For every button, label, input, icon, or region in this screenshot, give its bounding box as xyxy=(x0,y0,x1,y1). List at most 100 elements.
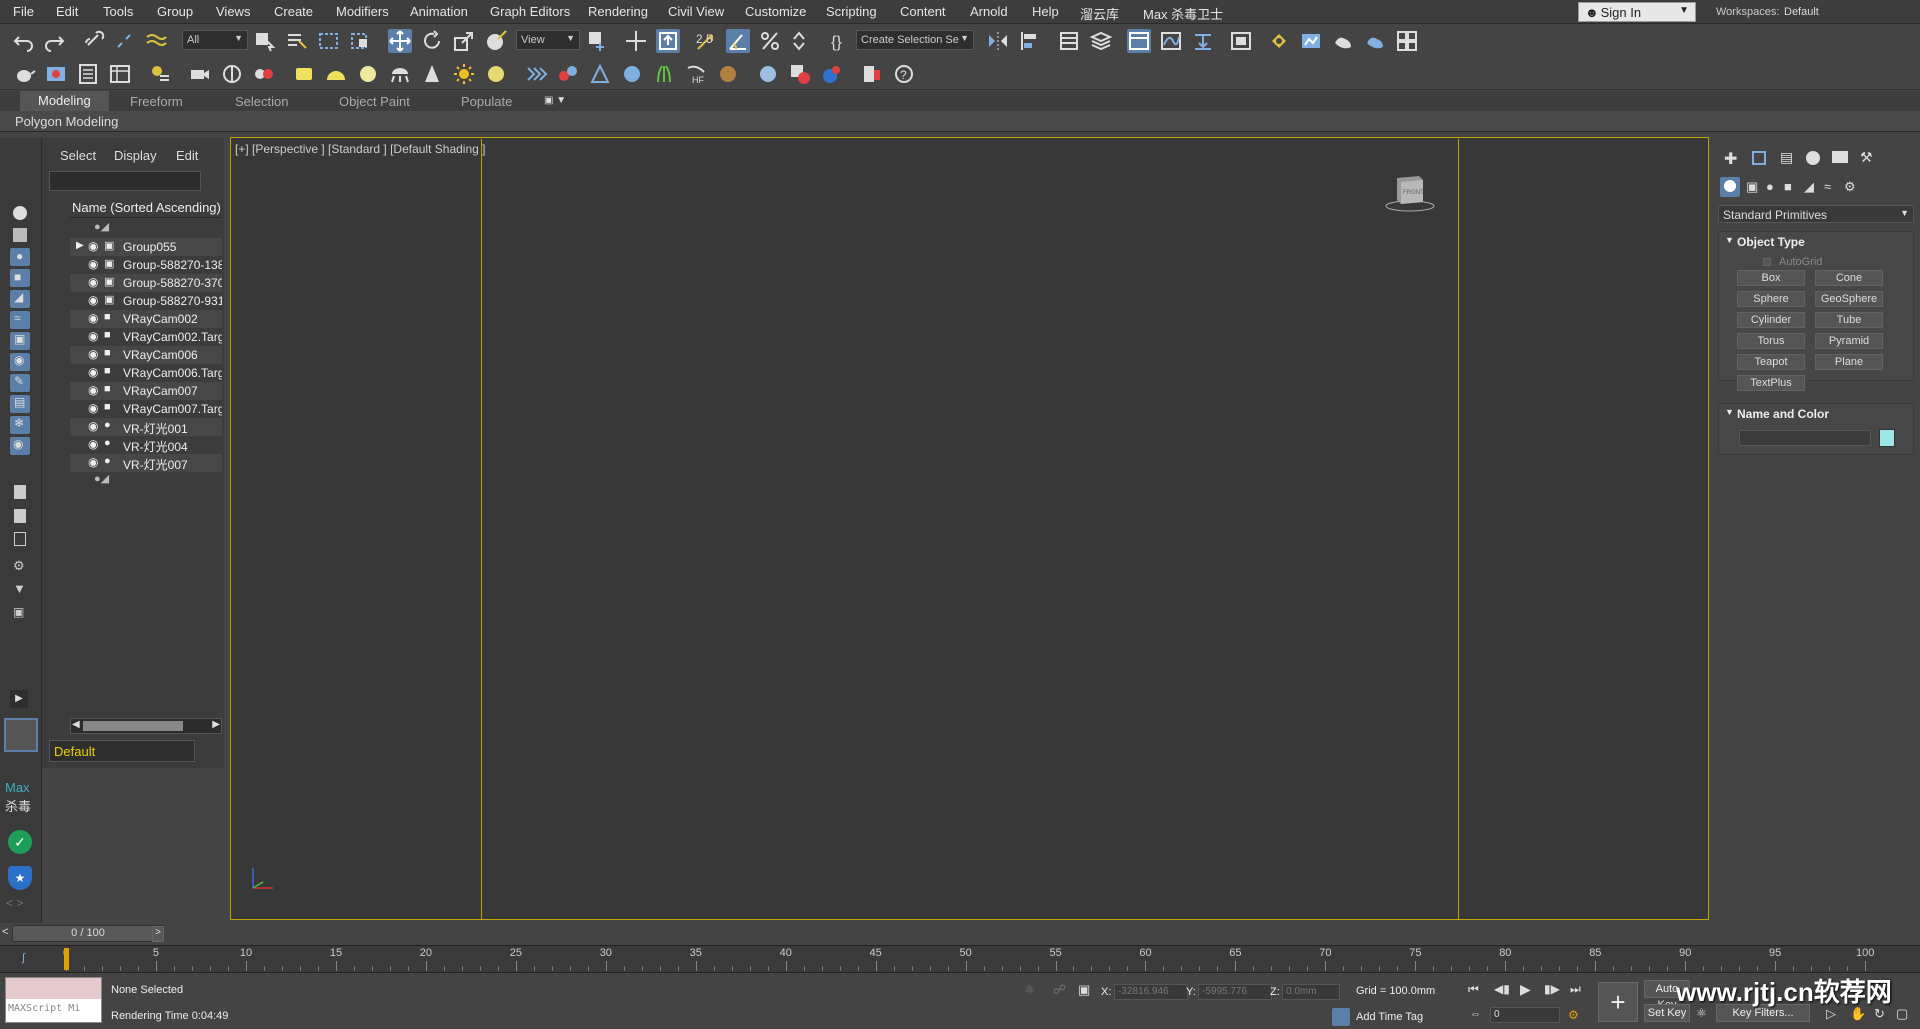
display-containers-icon[interactable]: ▤ xyxy=(10,395,30,413)
move-icon[interactable] xyxy=(388,29,412,53)
snaps-toggle-icon[interactable]: 2.5 xyxy=(694,29,718,53)
z-coordinate-field[interactable]: 0.0mm xyxy=(1282,984,1340,1000)
select-object-icon[interactable] xyxy=(253,29,277,53)
shapes-category-icon[interactable]: ▣ xyxy=(1746,179,1758,195)
mirror-icon[interactable] xyxy=(986,29,1010,53)
viewcube[interactable]: FRONT xyxy=(1385,170,1435,214)
menu-16[interactable]: Help xyxy=(1032,4,1059,19)
utilities-tab-icon[interactable]: ⚒ xyxy=(1860,149,1873,166)
menu-13[interactable]: Scripting xyxy=(826,4,877,19)
visibility-eye-icon[interactable]: ◉ xyxy=(88,257,98,271)
vray-plane-light-icon[interactable] xyxy=(292,62,316,86)
visibility-eye-icon[interactable]: ◉ xyxy=(88,401,98,415)
visibility-eye-icon[interactable]: ◉ xyxy=(88,311,98,325)
scene-row[interactable]: ◉ ● VR-灯光001 xyxy=(70,418,222,436)
systems-category-icon[interactable]: ⚙ xyxy=(1844,179,1856,195)
workspace-dropdown[interactable]: Default xyxy=(1784,6,1819,18)
visibility-eye-icon[interactable]: ◉ xyxy=(88,347,98,361)
display-frozen-icon[interactable]: ❄ xyxy=(10,416,30,434)
x-coordinate-field[interactable]: -32816.946 xyxy=(1114,984,1188,1000)
name-and-color-header[interactable]: ▼ Name and Color xyxy=(1719,404,1913,424)
toggle-ribbon-icon[interactable] xyxy=(1127,29,1151,53)
primitive-button-geosphere[interactable]: GeoSphere xyxy=(1815,291,1883,307)
link-icon[interactable] xyxy=(82,29,106,53)
scene-row[interactable]: ◉ ● VR-灯光004 xyxy=(70,436,222,454)
rendered-frame-window-icon[interactable] xyxy=(1299,29,1323,53)
ribbon-tab-populate[interactable]: Populate xyxy=(461,94,512,109)
rectangular-selection-icon[interactable] xyxy=(317,29,341,53)
visibility-eye-icon[interactable]: ◉ xyxy=(88,383,98,397)
maxscript-input[interactable]: MAXScript Mi xyxy=(6,999,101,1022)
vray-hf-icon[interactable]: HF xyxy=(684,62,708,86)
scroll-left-icon[interactable]: ◀ xyxy=(72,719,80,730)
lights-category-icon[interactable]: ● xyxy=(1766,179,1774,194)
redo-icon[interactable] xyxy=(42,29,66,53)
previous-frame-icon[interactable]: ◀▮ xyxy=(1494,982,1510,996)
lock-cell-icon[interactable]: ▣ xyxy=(13,605,24,619)
hierarchy-tab-icon[interactable]: ▤ xyxy=(1780,149,1793,166)
schematic-view-icon[interactable] xyxy=(1191,29,1215,53)
display-tab-icon[interactable] xyxy=(1832,151,1848,163)
isolate-selection-icon[interactable]: ⚛ xyxy=(1024,982,1036,998)
curve-editor-mini-icon[interactable]: ∫ xyxy=(22,952,25,964)
geometry-category-icon[interactable] xyxy=(1720,177,1740,197)
menu-15[interactable]: Arnold xyxy=(970,4,1008,19)
keyboard-shortcut-override-icon[interactable] xyxy=(656,29,680,53)
helpers-category-icon[interactable]: ◢ xyxy=(1804,179,1814,195)
menu-2[interactable]: Edit xyxy=(56,4,78,19)
undo-icon[interactable] xyxy=(12,29,36,53)
goto-start-icon[interactable]: ⏮ xyxy=(1468,982,1479,997)
current-layer-field[interactable]: Default xyxy=(49,740,195,762)
object-name-input[interactable] xyxy=(1739,430,1871,446)
set-key-big-button[interactable]: + xyxy=(1598,982,1638,1022)
display-invert-icon[interactable] xyxy=(14,532,26,546)
display-shapes-icon[interactable] xyxy=(13,228,27,242)
menu-7[interactable]: Modifiers xyxy=(336,4,389,19)
percent-snap-icon[interactable] xyxy=(758,29,782,53)
motion-tab-icon[interactable] xyxy=(1806,151,1820,165)
menu-1[interactable]: File xyxy=(13,4,34,19)
edit-named-selection-icon[interactable]: {} xyxy=(828,29,852,53)
object-type-header[interactable]: ▼ Object Type xyxy=(1719,232,1913,252)
vray-dome-icon[interactable] xyxy=(220,62,244,86)
maxscript-listener[interactable]: MAXScript Mi xyxy=(5,977,102,1023)
display-all-icon[interactable] xyxy=(14,485,26,499)
menu-10[interactable]: Rendering xyxy=(588,4,648,19)
vray-spot-light-icon[interactable] xyxy=(420,62,444,86)
scene-row[interactable]: ◉ ▣ Group-588270-138 xyxy=(70,256,222,274)
primitive-button-pyramid[interactable]: Pyramid xyxy=(1815,333,1883,349)
autogrid-checkbox[interactable] xyxy=(1763,258,1771,266)
spinner-snap-icon[interactable] xyxy=(790,29,814,53)
render-production-icon[interactable] xyxy=(1331,29,1355,53)
perspective-viewport[interactable]: [+] [Perspective ] [Standard ] [Default … xyxy=(230,137,1709,920)
menu-9[interactable]: Graph Editors xyxy=(490,4,570,19)
render-setup-icon[interactable] xyxy=(1267,29,1291,53)
light-lister-icon[interactable] xyxy=(148,62,172,86)
bind-spacewarp-icon[interactable] xyxy=(144,29,168,53)
scene-row[interactable]: ◉ ■ VRayCam006 xyxy=(70,346,222,364)
scene-row[interactable]: ◉ ■ VRayCam006.Target xyxy=(70,364,222,382)
scene-row[interactable]: ◉ ■ VRayCam002 xyxy=(70,310,222,328)
selection-lock-icon[interactable]: ☍ xyxy=(1053,982,1066,998)
unlink-icon[interactable] xyxy=(112,29,136,53)
primitive-button-sphere[interactable]: Sphere xyxy=(1737,291,1805,307)
current-frame-spinner[interactable]: 0 xyxy=(1490,1007,1560,1023)
vray-material-sphere-icon[interactable] xyxy=(756,62,780,86)
visibility-eye-icon[interactable]: ◉ xyxy=(88,437,98,451)
maximize-viewport-icon[interactable]: ▢ xyxy=(1896,1006,1908,1022)
shield-icon[interactable]: ★ xyxy=(8,866,32,890)
primitive-button-plane[interactable]: Plane xyxy=(1815,354,1883,370)
menu-18[interactable]: Max 杀毒卫士 xyxy=(1143,4,1223,23)
scene-search-input[interactable] xyxy=(49,171,201,191)
y-coordinate-field[interactable]: -5995.776 xyxy=(1198,984,1272,1000)
vray-render-elements-icon[interactable] xyxy=(820,62,844,86)
ribbon-tab-selection[interactable]: Selection xyxy=(235,94,288,109)
layer-explorer-icon[interactable] xyxy=(1089,29,1113,53)
display-none-icon[interactable] xyxy=(14,509,26,523)
time-slider-left-icon[interactable]: < xyxy=(2,926,8,938)
modify-tab-icon[interactable] xyxy=(1752,151,1766,165)
selection-filter-dropdown[interactable]: All ▼ xyxy=(182,30,248,50)
window-crossing-icon[interactable] xyxy=(349,29,373,53)
table-icon[interactable] xyxy=(108,62,132,86)
display-bones-icon[interactable]: ✎ xyxy=(10,374,30,392)
